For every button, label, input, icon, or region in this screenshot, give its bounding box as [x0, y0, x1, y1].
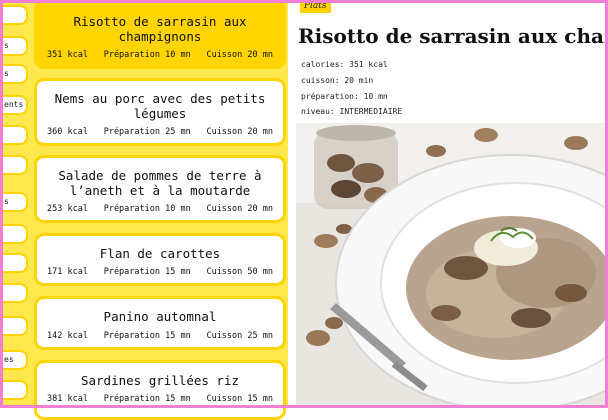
recipe-title: Nems au porc avec des petits légumes — [54, 91, 266, 121]
detail-calories: calories: 351 kcal — [301, 60, 388, 69]
recipe-card[interactable]: Risotto de sarrasin aux champignons 351 … — [34, 0, 286, 69]
sidebar-item[interactable] — [0, 316, 28, 336]
recipe-card[interactable]: Panino automnal 142 kcal Préparation 15 … — [34, 296, 286, 350]
sidebar-item[interactable] — [0, 125, 28, 145]
recipe-prep: Préparation 10 mn — [103, 50, 191, 60]
recipe-meta: 171 kcal Préparation 15 mn Cuisson 50 mn — [47, 267, 273, 277]
recipe-kcal: 381 kcal — [47, 394, 88, 404]
recipe-meta: 381 kcal Préparation 15 mn Cuisson 15 mn — [47, 394, 273, 404]
sidebar-item[interactable]: s — [0, 192, 28, 212]
recipe-cook: Cuisson 15 mn — [206, 394, 273, 404]
recipe-kcal: 142 kcal — [47, 331, 88, 341]
recipe-title: Sardines grillées riz — [80, 373, 240, 388]
detail-niveau: niveau: INTERMEDIAIRE — [301, 107, 403, 116]
recipe-meta: 142 kcal Préparation 15 mn Cuisson 25 mn — [47, 331, 273, 341]
sidebar-item[interactable] — [0, 253, 28, 273]
sidebar-item[interactable] — [0, 5, 28, 25]
sidebar-item[interactable]: s — [0, 36, 28, 56]
sidebar-item[interactable] — [0, 155, 28, 175]
recipe-kcal: 360 kcal — [47, 127, 88, 137]
recipe-cook: Cuisson 20 mn — [206, 204, 273, 214]
category-sidebar: s s ents s es — [0, 0, 32, 408]
recipe-title: Salade de pommes de terre à l’aneth et à… — [58, 168, 262, 198]
recipe-card[interactable]: Flan de carottes 171 kcal Préparation 15… — [34, 233, 286, 286]
recipe-meta: 253 kcal Préparation 10 mn Cuisson 20 mn — [47, 204, 273, 214]
recipe-card[interactable]: Nems au porc avec des petits légumes 360… — [34, 78, 286, 146]
recipe-title: Flan de carottes — [99, 246, 221, 261]
sidebar-item[interactable] — [0, 380, 28, 400]
sidebar-item[interactable] — [0, 224, 28, 244]
detail-cuisson: cuisson: 20 min — [301, 76, 374, 85]
sidebar-item[interactable]: s — [0, 64, 28, 84]
recipe-cook: Cuisson 20 mn — [206, 50, 273, 60]
recipe-kcal: 351 kcal — [47, 50, 88, 60]
recipe-card[interactable]: Salade de pommes de terre à l’aneth et à… — [34, 155, 286, 223]
recipe-kcal: 171 kcal — [47, 267, 88, 277]
recipe-card[interactable]: Sardines grillées riz 381 kcal Préparati… — [34, 360, 286, 420]
recipe-prep: Préparation 25 mn — [103, 127, 191, 137]
recipe-meta: 360 kcal Préparation 25 mn Cuisson 20 mn — [47, 127, 273, 137]
recipe-list: Risotto de sarrasin aux champignons 351 … — [32, 0, 288, 420]
recipe-detail: Plats Risotto de sarrasin aux champignon… — [296, 0, 608, 408]
sidebar-item[interactable]: es — [0, 350, 28, 370]
detail-preparation: préparation: 10 mn — [301, 92, 388, 101]
recipe-detail-title: Risotto de sarrasin aux champignons — [298, 24, 608, 48]
sidebar-item[interactable] — [0, 283, 28, 303]
recipe-cook: Cuisson 20 mn — [206, 127, 273, 137]
recipe-cook: Cuisson 25 mn — [206, 331, 273, 341]
category-badge: Plats — [300, 0, 331, 13]
recipe-prep: Préparation 15 mn — [103, 331, 191, 341]
recipe-title: Risotto de sarrasin aux champignons — [73, 14, 247, 44]
recipe-prep: Préparation 10 mn — [103, 204, 191, 214]
recipe-prep: Préparation 15 mn — [103, 394, 191, 404]
recipe-prep: Préparation 15 mn — [103, 267, 191, 277]
sidebar-item[interactable]: ents — [0, 95, 28, 115]
recipe-title: Panino automnal — [103, 309, 217, 324]
recipe-photo — [296, 123, 608, 408]
recipe-kcal: 253 kcal — [47, 204, 88, 214]
recipe-cook: Cuisson 50 mn — [206, 267, 273, 277]
recipe-meta: 351 kcal Préparation 10 mn Cuisson 20 mn — [47, 50, 273, 60]
